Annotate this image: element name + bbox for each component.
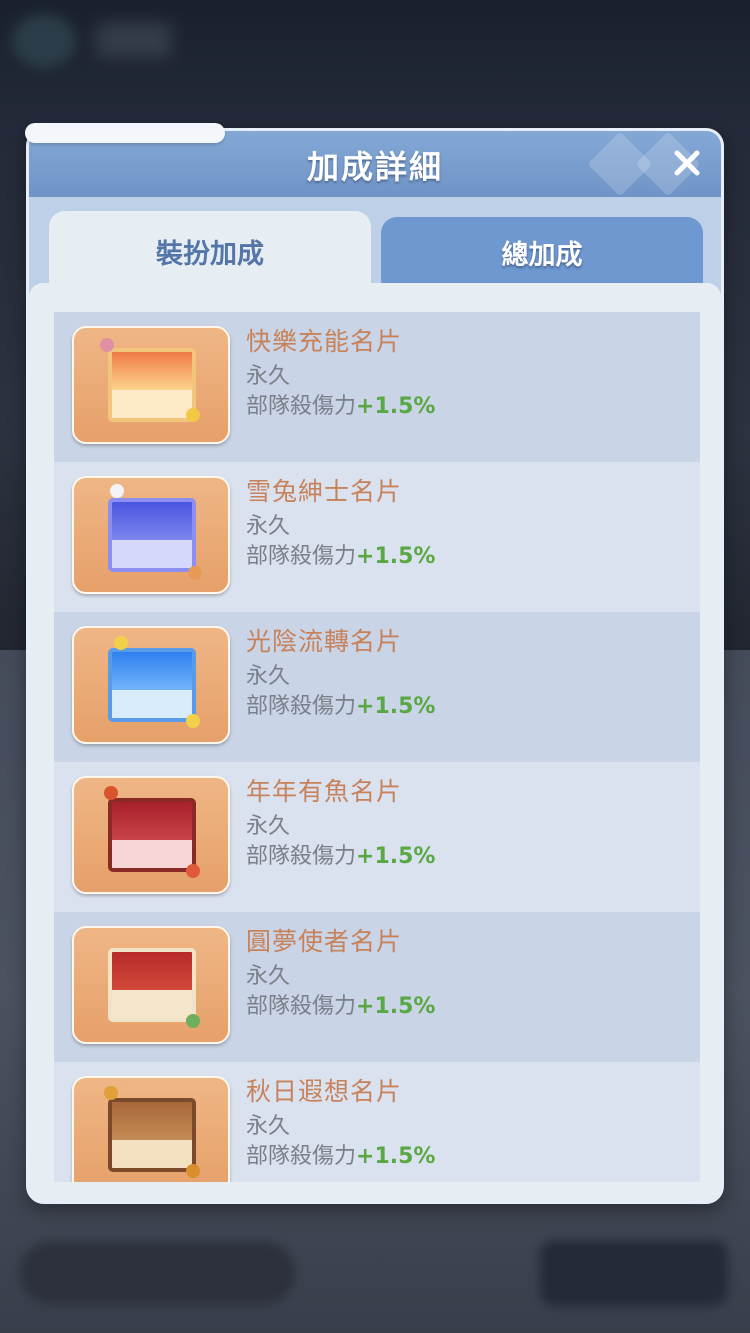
effect-value: +1.5% [356, 994, 436, 1019]
list-item: 秋日遐想名片 永久 部隊殺傷力+1.5% [54, 1062, 700, 1182]
effect-value: +1.5% [356, 844, 436, 869]
item-icon-frame [72, 1076, 230, 1182]
effect-label: 部隊殺傷力 [246, 544, 357, 569]
item-duration: 永久 [246, 514, 291, 539]
effect-value: +1.5% [356, 394, 436, 419]
item-effect: 部隊殺傷力+1.5% [246, 538, 435, 570]
dialog-title: 加成詳細 [306, 148, 443, 186]
item-icon-frame [72, 776, 230, 894]
bonus-list[interactable]: 快樂充能名片 永久 部隊殺傷力+1.5% 雪兔紳士名片 永久 部隊殺傷力+1.5… [54, 312, 700, 1182]
effect-value: +1.5% [356, 544, 436, 569]
item-name: 快樂充能名片 [246, 327, 403, 356]
item-effect: 部隊殺傷力+1.5% [246, 1138, 435, 1170]
list-item: 快樂充能名片 永久 部隊殺傷力+1.5% [54, 312, 700, 462]
item-duration: 永久 [246, 664, 291, 689]
bonus-panel: 快樂充能名片 永久 部隊殺傷力+1.5% 雪兔紳士名片 永久 部隊殺傷力+1.5… [29, 283, 721, 1201]
name-card-icon [108, 948, 196, 1022]
item-icon-frame [72, 476, 230, 594]
name-card-icon [108, 498, 196, 572]
item-effect: 部隊殺傷力+1.5% [246, 388, 435, 420]
item-icon-frame [72, 626, 230, 744]
name-card-icon [108, 798, 196, 872]
effect-value: +1.5% [356, 1144, 436, 1169]
item-icon-frame [72, 326, 230, 444]
item-name: 圓夢使者名片 [246, 927, 403, 956]
item-effect: 部隊殺傷力+1.5% [246, 688, 435, 720]
item-name: 光陰流轉名片 [246, 627, 403, 656]
snow-decoration [25, 123, 225, 143]
list-item: 雪兔紳士名片 永久 部隊殺傷力+1.5% [54, 462, 700, 612]
close-button[interactable] [665, 141, 709, 185]
item-duration: 永久 [246, 1114, 291, 1139]
item-icon-frame [72, 926, 230, 1044]
list-item: 光陰流轉名片 永久 部隊殺傷力+1.5% [54, 612, 700, 762]
close-icon [674, 150, 700, 176]
effect-label: 部隊殺傷力 [246, 694, 357, 719]
item-duration: 永久 [246, 364, 291, 389]
name-card-icon [108, 1098, 196, 1172]
list-item: 年年有魚名片 永久 部隊殺傷力+1.5% [54, 762, 700, 912]
effect-label: 部隊殺傷力 [246, 394, 357, 419]
name-card-icon [108, 348, 196, 422]
list-item: 圓夢使者名片 永久 部隊殺傷力+1.5% [54, 912, 700, 1062]
effect-label: 部隊殺傷力 [246, 1144, 357, 1169]
item-duration: 永久 [246, 964, 291, 989]
bonus-details-dialog: 加成詳細 裝扮加成 總加成 快樂充能名片 永久 部隊殺傷力+1.5% 雪兔紳士名… [25, 123, 724, 1204]
tab-costume-bonus[interactable]: 裝扮加成 [49, 211, 371, 291]
effect-value: +1.5% [356, 694, 436, 719]
item-effect: 部隊殺傷力+1.5% [246, 838, 435, 870]
item-duration: 永久 [246, 814, 291, 839]
dialog-header: 加成詳細 [25, 123, 721, 197]
item-effect: 部隊殺傷力+1.5% [246, 988, 435, 1020]
tab-total-bonus[interactable]: 總加成 [381, 217, 703, 287]
item-name: 年年有魚名片 [246, 777, 403, 806]
item-name: 秋日遐想名片 [246, 1077, 403, 1106]
item-name: 雪兔紳士名片 [246, 477, 403, 506]
name-card-icon [108, 648, 196, 722]
effect-label: 部隊殺傷力 [246, 994, 357, 1019]
effect-label: 部隊殺傷力 [246, 844, 357, 869]
